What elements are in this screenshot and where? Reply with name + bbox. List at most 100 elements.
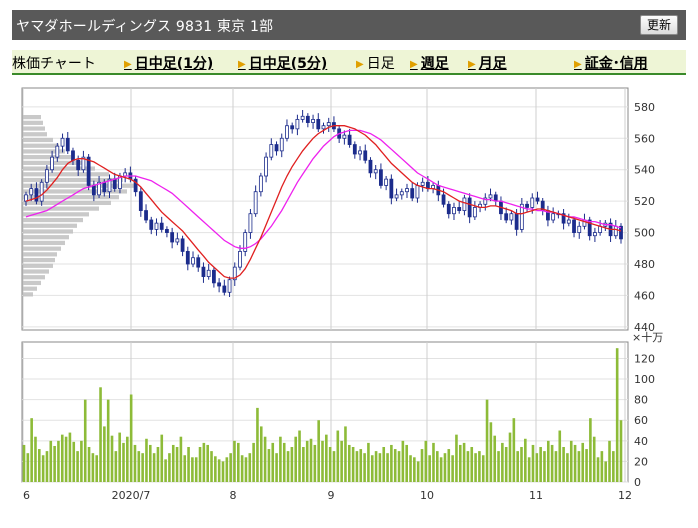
- volume-bar: [305, 440, 309, 482]
- volume-bar: [543, 451, 546, 482]
- x-tick-label: 8: [230, 489, 237, 502]
- volume-bar: [164, 459, 167, 482]
- tab-intraday-5min[interactable]: ▶ 日中足(5分): [238, 53, 327, 73]
- tab-daily-label: 日足: [366, 56, 395, 72]
- volume-bar: [608, 440, 611, 482]
- volume-bar: [573, 444, 577, 482]
- volume-bar: [443, 453, 447, 482]
- volume-bar: [336, 430, 340, 482]
- volume-bar: [374, 451, 378, 482]
- candle-body: [238, 251, 242, 268]
- volume-bar: [106, 399, 110, 482]
- candle-body: [102, 181, 107, 193]
- refresh-button[interactable]: 更新: [639, 15, 678, 35]
- candle-body: [55, 145, 60, 158]
- tab-margin-credit-label: 証金･信用: [584, 56, 648, 72]
- volume-bar: [194, 457, 198, 482]
- candle-body: [321, 125, 326, 130]
- candle-body: [159, 222, 164, 230]
- tab-intraday-5min-label: 日中足(5分): [248, 56, 328, 72]
- volume-bar: [118, 432, 121, 482]
- arrow-right-icon: ▶: [356, 59, 364, 70]
- volume-bar: [137, 451, 141, 482]
- candle-body: [452, 207, 456, 215]
- tab-monthly[interactable]: ▶ 月足: [468, 53, 507, 73]
- tab-stock-chart-label: 株価チャート: [12, 56, 96, 72]
- volume-bar: [225, 457, 229, 482]
- volume-bar: [558, 430, 562, 482]
- volume-bar: [481, 455, 485, 482]
- candle-body: [363, 150, 368, 161]
- volume-bar: [34, 436, 37, 482]
- tab-weekly-label: 週足: [420, 56, 449, 72]
- volume-profile-bar: [23, 246, 61, 251]
- volume-bar: [340, 440, 343, 482]
- candle-body: [264, 156, 268, 177]
- tab-intraday-1min[interactable]: ▶ 日中足(1分): [124, 53, 213, 73]
- candle-body: [593, 232, 597, 237]
- volume-bar: [458, 444, 462, 482]
- candle-body: [368, 159, 373, 174]
- candle-body: [285, 125, 289, 139]
- volume-bar: [386, 453, 389, 482]
- volume-bar: [405, 444, 408, 482]
- tab-weekly[interactable]: ▶ 週足: [410, 53, 449, 73]
- volume-profile-bar: [23, 132, 47, 137]
- candle-body: [39, 181, 44, 202]
- price-volume-chart: 440460480500520540560580020406080100120×…: [21, 87, 663, 502]
- volume-bar: [367, 442, 370, 482]
- tab-margin-credit[interactable]: ▶ 証金･信用: [574, 53, 648, 73]
- candle-body: [50, 156, 54, 171]
- price-tick-label: 480: [634, 258, 655, 271]
- volume-bar: [60, 434, 64, 482]
- candle-body: [201, 266, 206, 277]
- volume-profile-bar: [23, 229, 73, 234]
- volume-bar: [275, 453, 278, 482]
- x-tick-label: 9: [328, 489, 335, 502]
- volume-profile-bar: [23, 120, 43, 125]
- candle-body: [248, 213, 253, 233]
- volume-bar: [428, 455, 431, 482]
- tab-daily: ▶ 日足: [356, 53, 395, 73]
- volume-bar: [600, 451, 604, 482]
- candle-body: [71, 150, 75, 161]
- volume-bar: [114, 451, 118, 482]
- volume-bar: [589, 418, 592, 482]
- price-tick-label: 580: [634, 101, 655, 114]
- volume-bar: [217, 459, 221, 482]
- candle-body: [279, 137, 284, 152]
- volume-profile-bar: [23, 286, 37, 291]
- volume-bar: [321, 440, 324, 482]
- volume-bar: [271, 442, 275, 482]
- tab-intraday-1min-label: 日中足(1分): [134, 56, 214, 72]
- volume-tick-label: 100: [634, 373, 655, 386]
- volume-profile-bar: [23, 217, 83, 223]
- volume-bar: [256, 407, 259, 482]
- volume-bar: [585, 449, 588, 482]
- volume-bar: [298, 430, 301, 482]
- candle-body: [384, 178, 389, 186]
- volume-bar: [516, 451, 519, 482]
- candle-body: [326, 122, 331, 127]
- candle-body: [300, 115, 305, 120]
- volume-bar: [520, 447, 523, 482]
- arrow-right-icon: ▶: [124, 59, 132, 70]
- volume-bar: [294, 436, 298, 482]
- volume-bar: [221, 461, 225, 482]
- volume-bar: [493, 435, 497, 482]
- volume-bar: [49, 440, 53, 482]
- volume-bar: [313, 444, 317, 482]
- candle-body: [530, 197, 535, 208]
- candle-body: [405, 188, 409, 193]
- candle-body: [551, 213, 556, 221]
- volume-profile-bar: [23, 137, 53, 143]
- volume-bar: [145, 438, 148, 482]
- volume-bar: [451, 455, 454, 482]
- volume-bar: [168, 453, 171, 482]
- volume-bar: [478, 451, 481, 482]
- volume-bar: [546, 440, 550, 482]
- candle-body: [410, 188, 415, 199]
- volume-profile-bar: [23, 280, 41, 286]
- volume-bar: [22, 444, 26, 482]
- volume-bar: [592, 436, 596, 482]
